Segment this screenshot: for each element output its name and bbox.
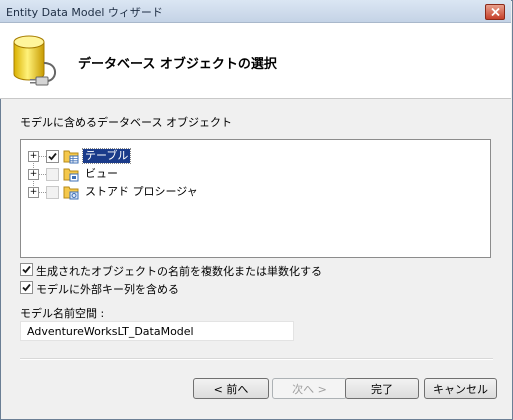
procedure-folder-icon <box>63 186 79 200</box>
table-folder-icon <box>63 150 79 164</box>
page-title: データベース オブジェクトの選択 <box>78 57 277 72</box>
foreign-keys-label[interactable]: モデルに外部キー列を含める <box>36 281 179 297</box>
tree-connector <box>39 174 46 175</box>
pluralize-checkbox[interactable] <box>20 263 33 276</box>
tree-node-views[interactable]: + ビュー <box>21 166 481 184</box>
close-icon <box>490 8 500 16</box>
checkbox-stored-procedures[interactable] <box>46 186 59 199</box>
title-bar[interactable]: Entity Data Model ウィザード <box>0 0 511 23</box>
finish-button[interactable]: 完了 <box>345 378 419 399</box>
namespace-input[interactable]: AdventureWorksLT_DataModel <box>20 321 294 341</box>
tree-node-tables[interactable]: + テーブル <box>21 148 481 166</box>
tree-node-stored-procedures[interactable]: + ストアド プロシージャ <box>21 184 481 202</box>
database-icon <box>13 35 56 86</box>
expand-icon[interactable]: + <box>28 151 39 162</box>
foreign-keys-checkbox[interactable] <box>20 281 33 294</box>
expand-icon[interactable]: + <box>28 187 39 198</box>
tree-connector <box>39 192 46 193</box>
object-tree[interactable]: + テーブル + ビュー + ストアド プロシージャ <box>20 139 491 258</box>
tree-node-label[interactable]: ビュー <box>83 167 120 181</box>
back-button[interactable]: < 前へ <box>193 378 269 399</box>
objects-label: モデルに含めるデータベース オブジェクト <box>20 116 232 129</box>
footer-divider <box>20 358 493 360</box>
tree-node-label[interactable]: テーブル <box>81 148 132 164</box>
next-button[interactable]: 次へ > <box>272 378 347 399</box>
cancel-button[interactable]: キャンセル <box>424 378 497 399</box>
checkbox-tables[interactable] <box>46 150 59 163</box>
checkmark-icon <box>22 283 31 292</box>
namespace-label: モデル名前空間 : <box>20 307 105 320</box>
checkmark-icon <box>22 265 31 274</box>
checkmark-icon <box>48 152 57 161</box>
view-folder-icon <box>63 168 79 182</box>
expand-icon[interactable]: + <box>28 169 39 180</box>
tree-connector <box>39 156 46 157</box>
pluralize-label[interactable]: 生成されたオブジェクトの名前を複数化または単数化する <box>36 263 322 279</box>
close-button[interactable] <box>485 4 505 20</box>
tree-node-label[interactable]: ストアド プロシージャ <box>83 185 200 199</box>
window-title: Entity Data Model ウィザード <box>6 6 163 19</box>
wizard-header: データベース オブジェクトの選択 <box>0 23 511 99</box>
checkbox-views[interactable] <box>46 168 59 181</box>
